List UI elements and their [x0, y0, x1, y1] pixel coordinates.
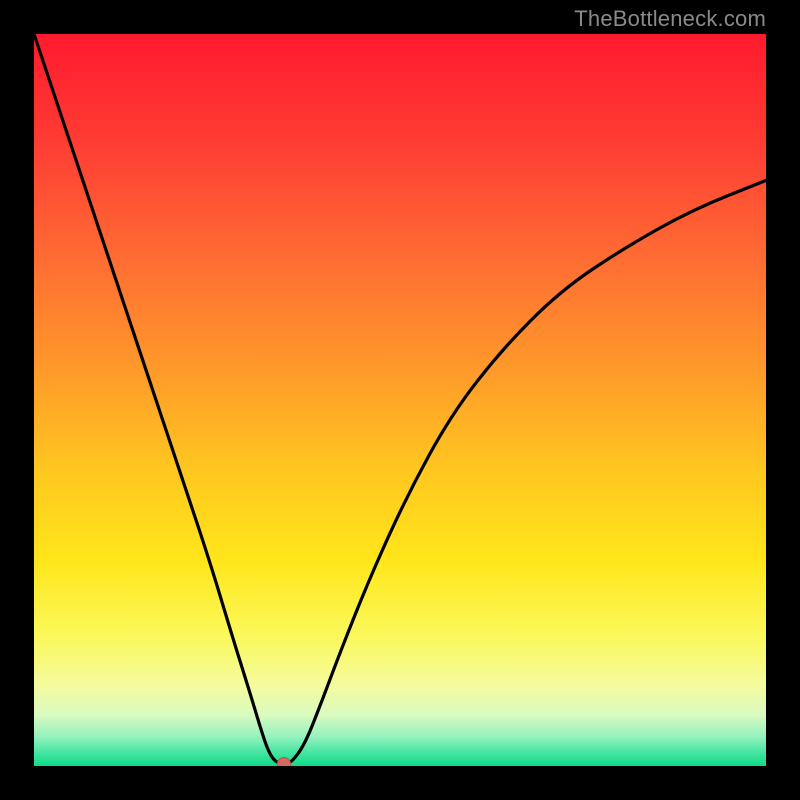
plot-area — [34, 34, 766, 766]
gradient-background — [34, 34, 766, 766]
watermark-text: TheBottleneck.com — [574, 6, 766, 32]
chart-container: TheBottleneck.com — [0, 0, 800, 800]
